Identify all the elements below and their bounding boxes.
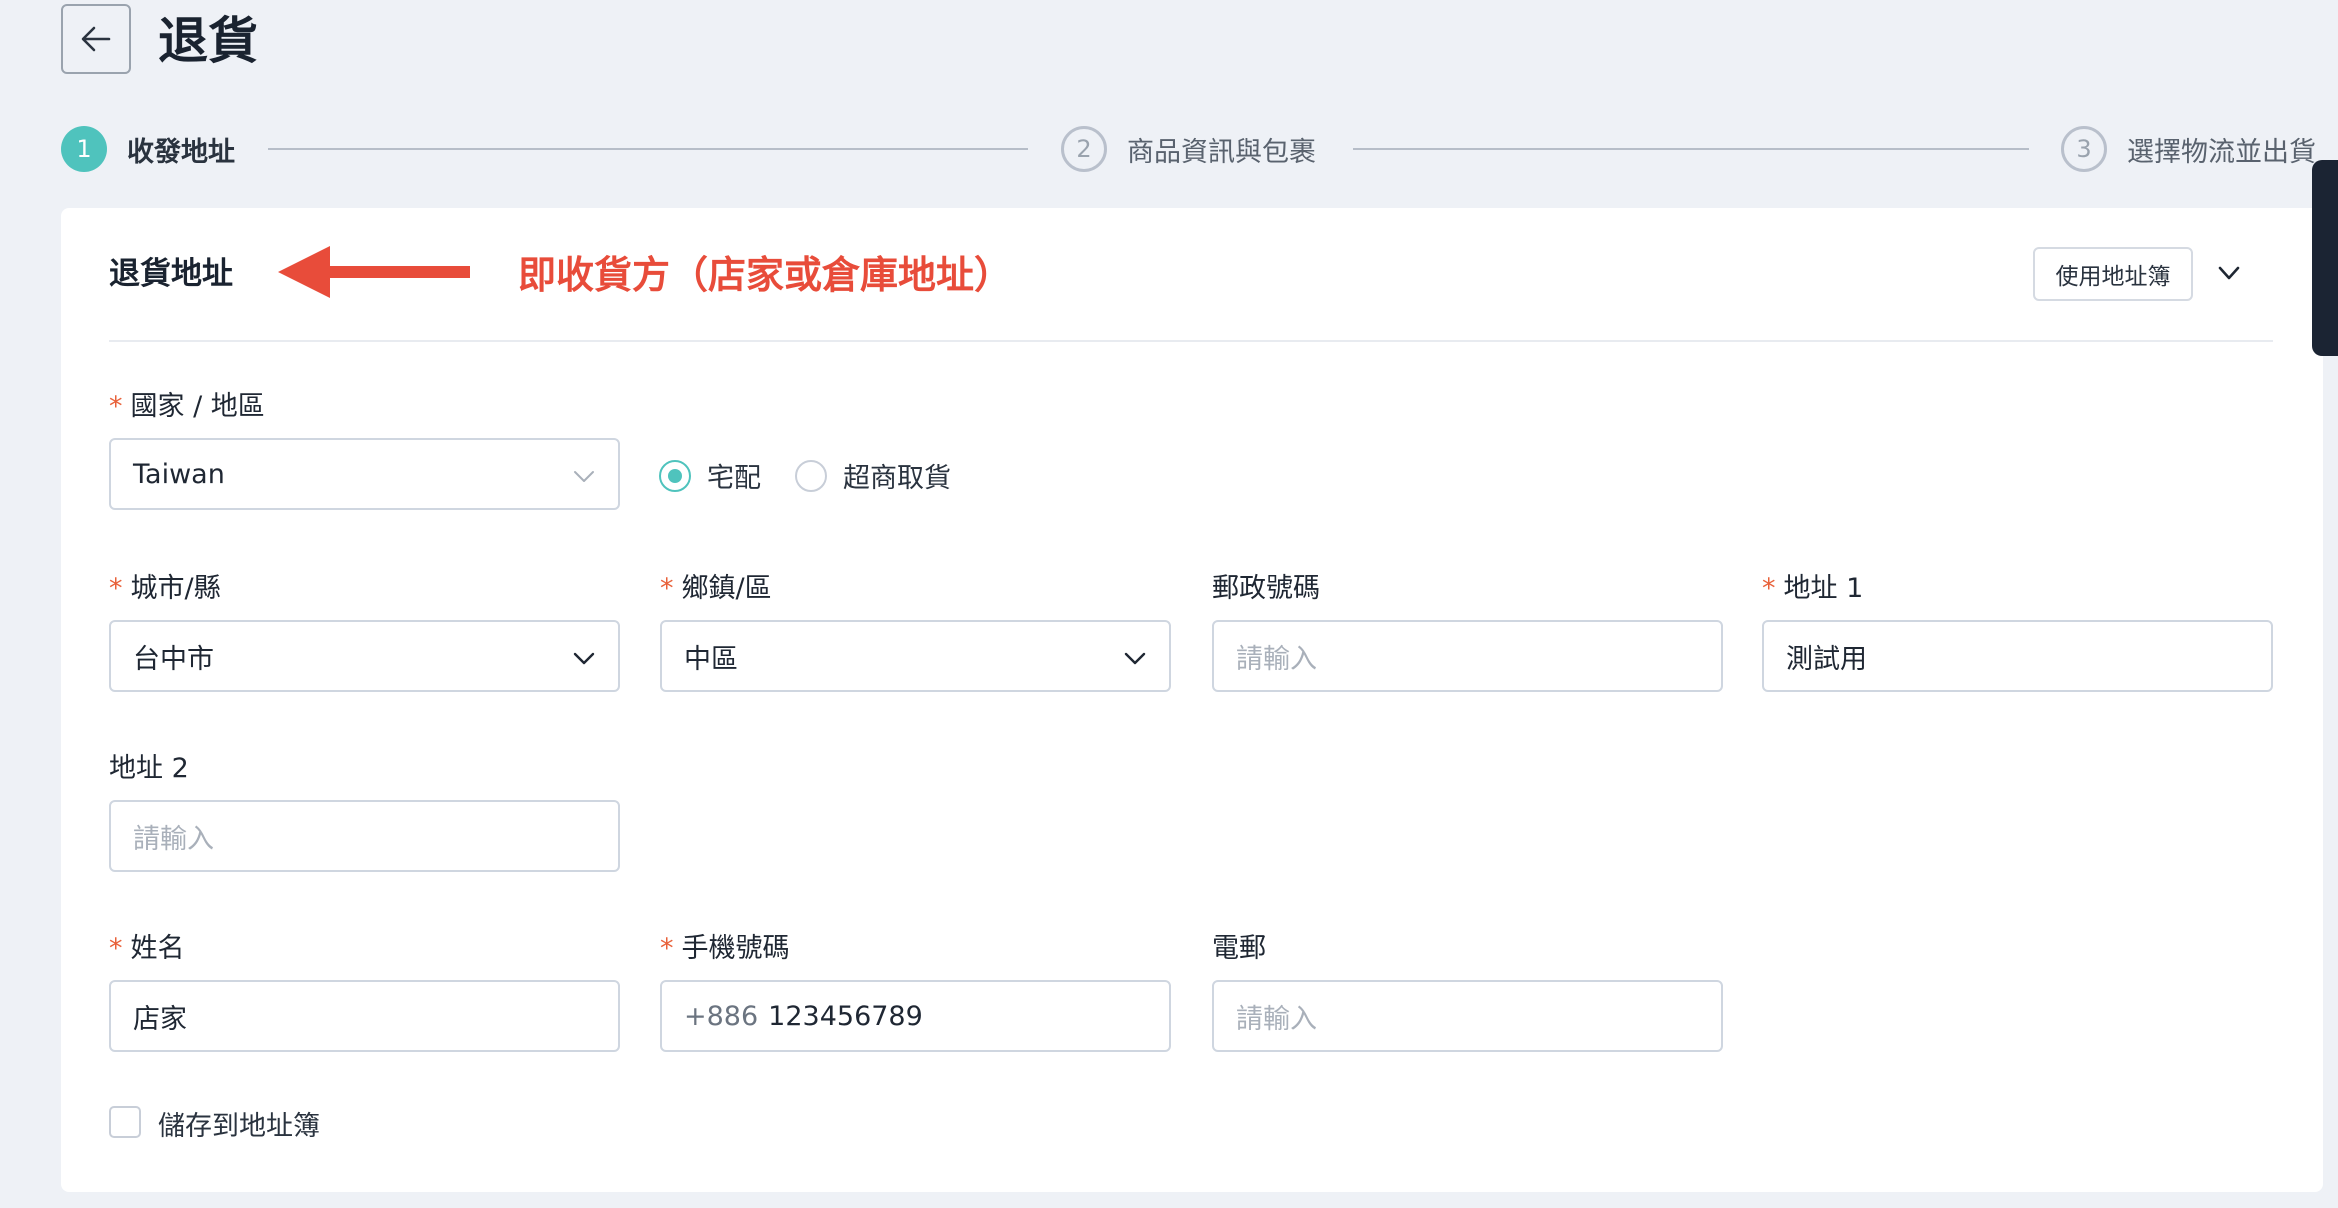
back-button[interactable]: [61, 4, 131, 74]
required-marker: *: [660, 573, 674, 604]
chevron-down-icon: [1124, 652, 1146, 665]
name-input[interactable]: 店家: [109, 980, 620, 1052]
phone-input[interactable]: +886 123456789: [660, 980, 1171, 1052]
step-1: 1 收發地址: [61, 124, 235, 174]
address2-label: 地址 2: [109, 753, 189, 784]
city-select[interactable]: 台中市: [109, 620, 620, 692]
email-label: 電郵: [1212, 933, 1266, 964]
address1-label: * 地址 1: [1762, 566, 1863, 605]
chevron-down-icon[interactable]: [2216, 260, 2242, 286]
card-title: 退貨地址: [109, 256, 233, 292]
step-label: 收發地址: [127, 136, 235, 168]
address2-placeholder: 請輸入: [133, 823, 214, 855]
country-label-text: 國家 / 地區: [130, 391, 265, 422]
card-divider: [109, 340, 2273, 342]
chevron-down-icon: [573, 652, 595, 665]
phone-label: * 手機號碼: [660, 926, 790, 965]
country-select[interactable]: Taiwan: [109, 438, 620, 510]
arrow-left-icon: [81, 26, 111, 52]
postal-code-label: 郵政號碼: [1212, 573, 1320, 604]
chevron-down-icon: [574, 471, 594, 482]
required-marker: *: [1762, 573, 1776, 604]
district-label: * 鄉鎮/區: [660, 566, 772, 605]
name-value: 店家: [133, 1003, 187, 1035]
side-panel-tab[interactable]: [2312, 160, 2338, 356]
country-label: * 國家 / 地區: [109, 384, 265, 423]
phone-value: 123456789: [768, 1000, 923, 1032]
phone-label-text: 手機號碼: [681, 933, 790, 964]
address1-value: 測試用: [1786, 643, 1867, 675]
required-marker: *: [109, 933, 123, 964]
name-label: * 姓名: [109, 926, 185, 965]
step-number: 3: [2061, 126, 2107, 172]
use-address-book-button[interactable]: 使用地址簿: [2033, 247, 2193, 301]
step-connector: [1353, 148, 2029, 150]
postal-code-input[interactable]: 請輸入: [1212, 620, 1723, 692]
address1-input[interactable]: 測試用: [1762, 620, 2273, 692]
step-2: 2 商品資訊與包裹: [1061, 124, 1316, 174]
annotation-text: 即收貨方（店家或倉庫地址）: [518, 253, 1013, 297]
radio-label: 超商取貨: [843, 463, 951, 494]
email-placeholder: 請輸入: [1236, 1003, 1317, 1035]
page-title: 退貨: [158, 12, 258, 70]
radio-indicator[interactable]: [659, 459, 691, 492]
step-3: 3 選擇物流並出貨: [2061, 124, 2316, 174]
district-value: 中區: [684, 643, 738, 675]
radio-home-delivery[interactable]: 宅配: [659, 456, 761, 495]
step-label: 選擇物流並出貨: [2127, 136, 2316, 168]
radio-label: 宅配: [707, 463, 761, 494]
radio-indicator[interactable]: [795, 459, 827, 492]
step-label: 商品資訊與包裹: [1127, 136, 1316, 168]
save-to-address-book-label[interactable]: 儲存到地址簿: [158, 1104, 320, 1143]
phone-country-code: +886: [684, 1000, 759, 1032]
required-marker: *: [660, 933, 674, 964]
country-value: Taiwan: [133, 458, 225, 490]
city-value: 台中市: [133, 643, 214, 675]
email-input[interactable]: 請輸入: [1212, 980, 1723, 1052]
district-label-text: 鄉鎮/區: [681, 573, 772, 604]
step-number: 2: [1061, 126, 1107, 172]
address1-label-text: 地址 1: [1783, 573, 1864, 604]
address2-input[interactable]: 請輸入: [109, 800, 620, 872]
step-number: 1: [61, 126, 107, 172]
name-label-text: 姓名: [130, 933, 185, 964]
annotation-arrow-icon: [278, 246, 470, 298]
required-marker: *: [109, 573, 123, 604]
step-connector: [268, 148, 1028, 150]
required-marker: *: [109, 391, 123, 422]
city-label-text: 城市/縣: [130, 573, 221, 604]
save-to-address-book-checkbox[interactable]: [109, 1106, 141, 1138]
city-label: * 城市/縣: [109, 566, 221, 605]
postal-code-placeholder: 請輸入: [1236, 643, 1317, 675]
radio-convenience-store[interactable]: 超商取貨: [795, 456, 951, 495]
district-select[interactable]: 中區: [660, 620, 1171, 692]
